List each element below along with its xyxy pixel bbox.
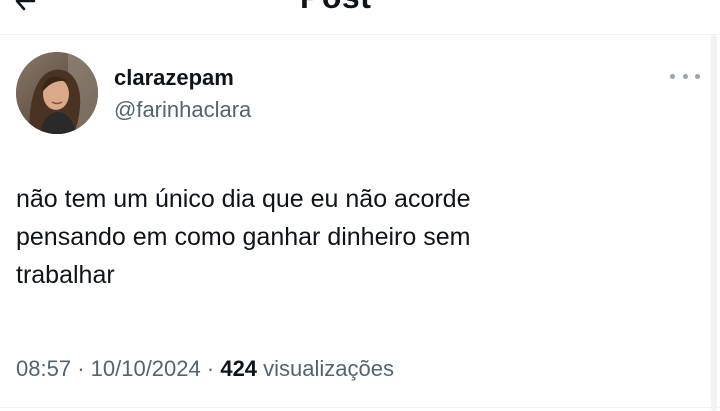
post-divider (0, 407, 720, 408)
arrow-left-icon[interactable] (14, 0, 36, 12)
post: clarazepam @farinhaclara não tem um únic… (0, 35, 720, 411)
scrollbar[interactable] (711, 35, 717, 411)
post-date[interactable]: 10/10/2024 (91, 356, 201, 381)
more-dot (695, 73, 700, 79)
more-dot (670, 73, 675, 79)
post-time[interactable]: 08:57 (16, 356, 71, 381)
page-title: Post (300, 0, 371, 14)
top-header: Post (0, 0, 720, 14)
author-handle[interactable]: @farinhaclara (114, 97, 251, 123)
avatar[interactable] (16, 52, 98, 134)
post-page: Post clarazepam @farinhacl (0, 0, 720, 411)
meta-separator: · (77, 356, 85, 381)
views-count[interactable]: 424 (220, 356, 257, 381)
author-display-name[interactable]: clarazepam (114, 65, 234, 91)
more-dot (682, 73, 688, 79)
post-meta: 08:57 · 10/10/2024 · 424 visualizações (16, 355, 394, 383)
more-horizontal-icon[interactable] (670, 69, 700, 83)
post-text: não tem um único dia que eu não acorde p… (16, 185, 471, 289)
meta-separator: · (206, 356, 215, 381)
views-label: visualizações (263, 356, 395, 381)
